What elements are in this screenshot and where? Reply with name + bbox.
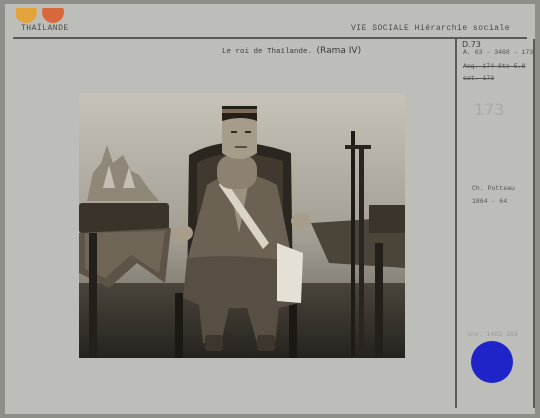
photograph-image (79, 93, 405, 358)
ref-prefix: D.73 (462, 40, 481, 49)
header-country: THAÏLANDE (21, 24, 69, 33)
ref-main: A. 63 - 3468 - 173 (463, 49, 534, 56)
caption: Le roi de Thaïlande. (Rama IV) (222, 46, 361, 56)
caption-handwritten: (Rama IV) (316, 46, 362, 56)
divider-left (455, 39, 457, 408)
faded-number: 173 (474, 100, 505, 119)
orange-dot-2 (42, 8, 64, 23)
divider-right (533, 39, 535, 408)
photographer: Ch. Potteau (472, 185, 515, 192)
orange-dot-1 (16, 8, 37, 23)
blue-sticker (471, 341, 513, 383)
top-rule (13, 37, 527, 39)
struck-line-2: cat. 173 (463, 75, 495, 82)
date-range: 1864 - 64 (472, 198, 508, 205)
caption-text: Le roi de Thaïlande. (222, 48, 313, 56)
historic-photograph (79, 93, 405, 358)
header-section: VIE SOCIALE Hiérarchie sociale (351, 24, 511, 33)
struck-line-1: Acq. 174 Ste 5.8 (463, 63, 526, 70)
color-dots (16, 8, 64, 23)
inventory-number: inv. 1492-163 (467, 331, 518, 338)
